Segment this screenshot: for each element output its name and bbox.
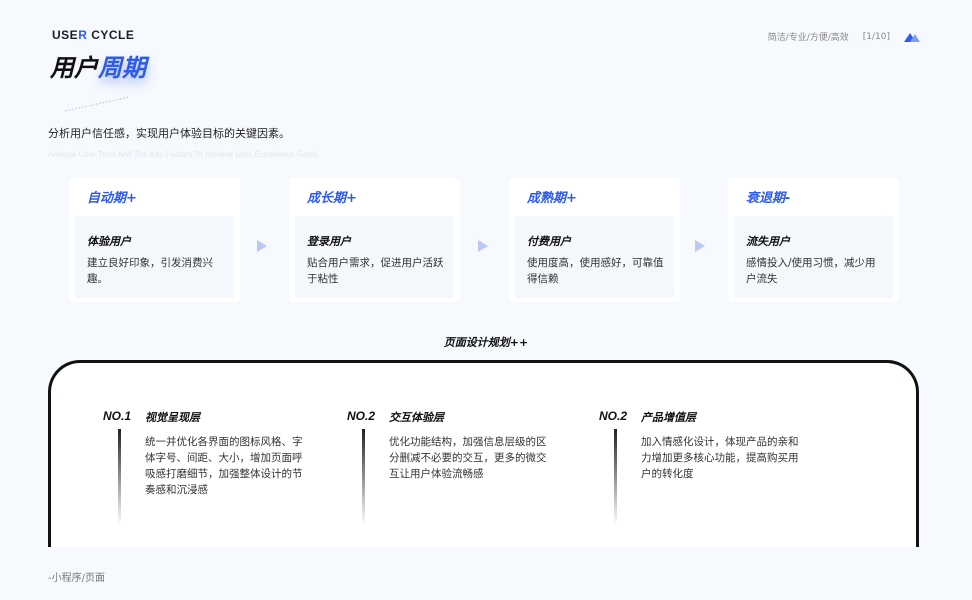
plan-divider <box>118 429 121 525</box>
card-body: 付费用户 使用度高，使用感好，可靠值得信赖 <box>515 216 674 298</box>
plan-cutoff <box>40 547 930 600</box>
card-phase: 自动期+ <box>87 191 137 206</box>
page-indicator: [1/10] <box>862 31 890 42</box>
arrow-right-icon <box>478 240 488 252</box>
plan-number: NO.2 <box>347 409 376 423</box>
plan-name: 产品增值层 <box>641 411 696 424</box>
card-desc: 使用度高，使用感好，可靠值得信赖 <box>527 257 664 285</box>
footer-label: -小程序/页面 <box>48 573 105 584</box>
cycle-card: 衰退期- 流失用户 感情投入/使用习惯，减少用户流失 <box>728 178 899 302</box>
arrow-right-icon <box>257 240 267 252</box>
card-body: 体验用户 建立良好印象，引发消费兴趣。 <box>75 216 234 298</box>
arrow-right-icon <box>695 240 705 252</box>
user-cycle: 自动期+ 体验用户 建立良好印象，引发消费兴趣。 成长期+ 登录用户 贴合用户需… <box>69 178 899 302</box>
triangles-icon <box>904 32 920 42</box>
plan-title: 页面设计规划++ <box>443 336 529 349</box>
card-phase: 成熟期+ <box>527 191 577 206</box>
plan-name: 视觉呈现层 <box>145 411 200 424</box>
card-body: 流失用户 感情投入/使用习惯，减少用户流失 <box>734 216 893 298</box>
subtitle-en: Analyze User Trust And The Key Factors T… <box>48 150 320 159</box>
card-body: 登录用户 贴合用户需求，促进用户活跃于粘性 <box>295 216 454 298</box>
card-phase: 成长期+ <box>307 191 357 206</box>
plan-number: NO.1 <box>103 409 132 423</box>
plan-divider <box>362 429 365 525</box>
card-desc: 感情投入/使用习惯，减少用户流失 <box>746 257 876 285</box>
cycle-card: 成长期+ 登录用户 贴合用户需求，促进用户活跃于粘性 <box>289 178 460 302</box>
card-name: 付费用户 <box>527 235 571 248</box>
plan-desc: 统一并优化各界面的图标风格、字体字号、间距、大小，增加页面呼吸感打磨细节，加强整… <box>145 436 303 496</box>
card-phase: 衰退期- <box>746 191 791 206</box>
plan-name: 交互体验层 <box>389 411 444 424</box>
card-name: 流失用户 <box>746 235 790 248</box>
card-name: 登录用户 <box>307 235 351 248</box>
plan-number: NO.2 <box>599 409 628 423</box>
page-title: 用户周期 <box>50 55 146 82</box>
card-desc: 建立良好印象，引发消费兴趣。 <box>87 257 213 285</box>
header-tags: 简洁/专业/方便/高效 <box>767 33 849 43</box>
subtitle: 分析用户信任感，实现用户体验目标的关键因素。 <box>48 127 290 140</box>
card-name: 体验用户 <box>87 235 131 248</box>
cycle-card: 自动期+ 体验用户 建立良好印象，引发消费兴趣。 <box>69 178 240 302</box>
plan-desc: 优化功能结构，加强信息层级的区分删减不必要的交互，更多的微交互让用户体验流畅感 <box>389 436 547 480</box>
card-desc: 贴合用户需求，促进用户活跃于粘性 <box>307 257 444 285</box>
header-meta: 简洁/专业/方便/高效 [1/10] <box>768 30 920 43</box>
cycle-card: 成熟期+ 付费用户 使用度高，使用感好，可靠值得信赖 <box>509 178 680 302</box>
plan-desc: 加入情感化设计，体现产品的亲和力增加更多核心功能，提高购买用户的转化度 <box>641 436 799 480</box>
brand-label: USER CYCLE <box>52 28 135 42</box>
dotted-line-decoration <box>64 96 130 112</box>
plan-divider <box>614 429 617 525</box>
